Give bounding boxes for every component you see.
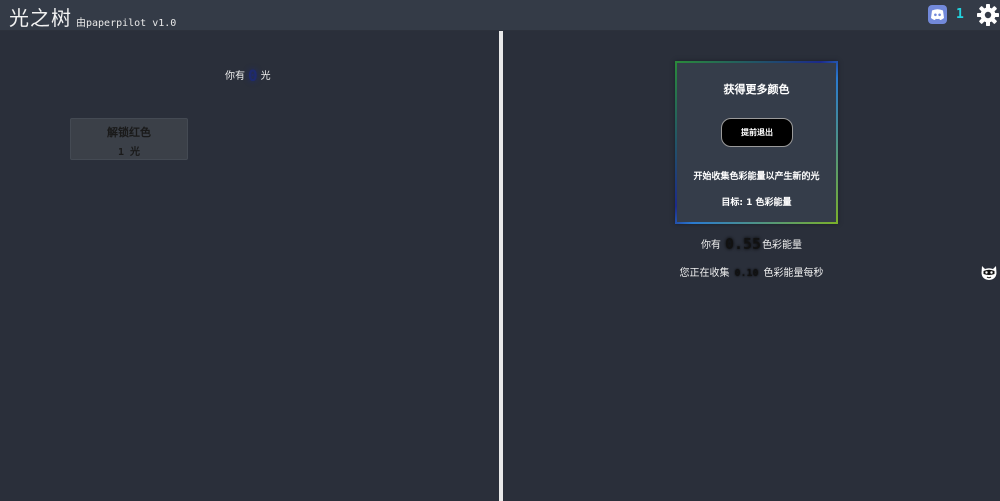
app-version: 由paperpilot v1.0 <box>76 18 177 29</box>
top-bar: 光之树 由paperpilot v1.0 1 <box>0 0 1000 31</box>
app-title: 光之树 <box>9 6 72 30</box>
light-amount: 0 <box>248 66 258 85</box>
energy-unit: 色彩能量 <box>762 240 803 251</box>
energy-rate-amount: 0.10 <box>734 268 759 279</box>
discord-count: 1 <box>956 7 964 22</box>
energy-prefix: 你有 <box>700 240 721 251</box>
upgrade-title: 解锁红色 <box>107 126 151 139</box>
color-challenge-panel: 获得更多颜色 提前退出 开始收集色彩能量以产生新的光 目标: 1 色彩能量 你有… <box>503 31 1000 501</box>
color-energy-line: 你有 0.55色彩能量 <box>503 234 1000 253</box>
challenge-title: 获得更多颜色 <box>723 83 790 96</box>
rate-unit: 色彩能量每秒 <box>763 268 824 279</box>
cat-mascot-icon[interactable] <box>980 264 998 281</box>
exit-early-button[interactable]: 提前退出 <box>721 118 793 147</box>
light-unit: 光 <box>260 71 271 82</box>
upgrade-cost: 1 光 <box>117 147 141 158</box>
gear-icon[interactable] <box>977 4 999 26</box>
discord-icon[interactable] <box>928 5 947 24</box>
challenge-goal: 目标: 1 色彩能量 <box>721 198 792 208</box>
color-energy-amount: 0.55 <box>724 235 762 253</box>
rate-prefix: 您正在收集 <box>679 268 730 279</box>
unlock-red-upgrade[interactable]: 解锁红色 1 光 <box>70 118 188 160</box>
light-amount-line: 你有 0 光 <box>225 64 271 85</box>
challenge-card: 获得更多颜色 提前退出 开始收集色彩能量以产生新的光 目标: 1 色彩能量 <box>675 61 838 224</box>
have-prefix: 你有 <box>225 71 245 82</box>
challenge-description: 开始收集色彩能量以产生新的光 <box>693 172 820 182</box>
energy-rate-line: 您正在收集 0.10 色彩能量每秒 <box>503 264 1000 279</box>
light-tree-panel: 你有 0 光 解锁红色 1 光 <box>0 31 499 501</box>
